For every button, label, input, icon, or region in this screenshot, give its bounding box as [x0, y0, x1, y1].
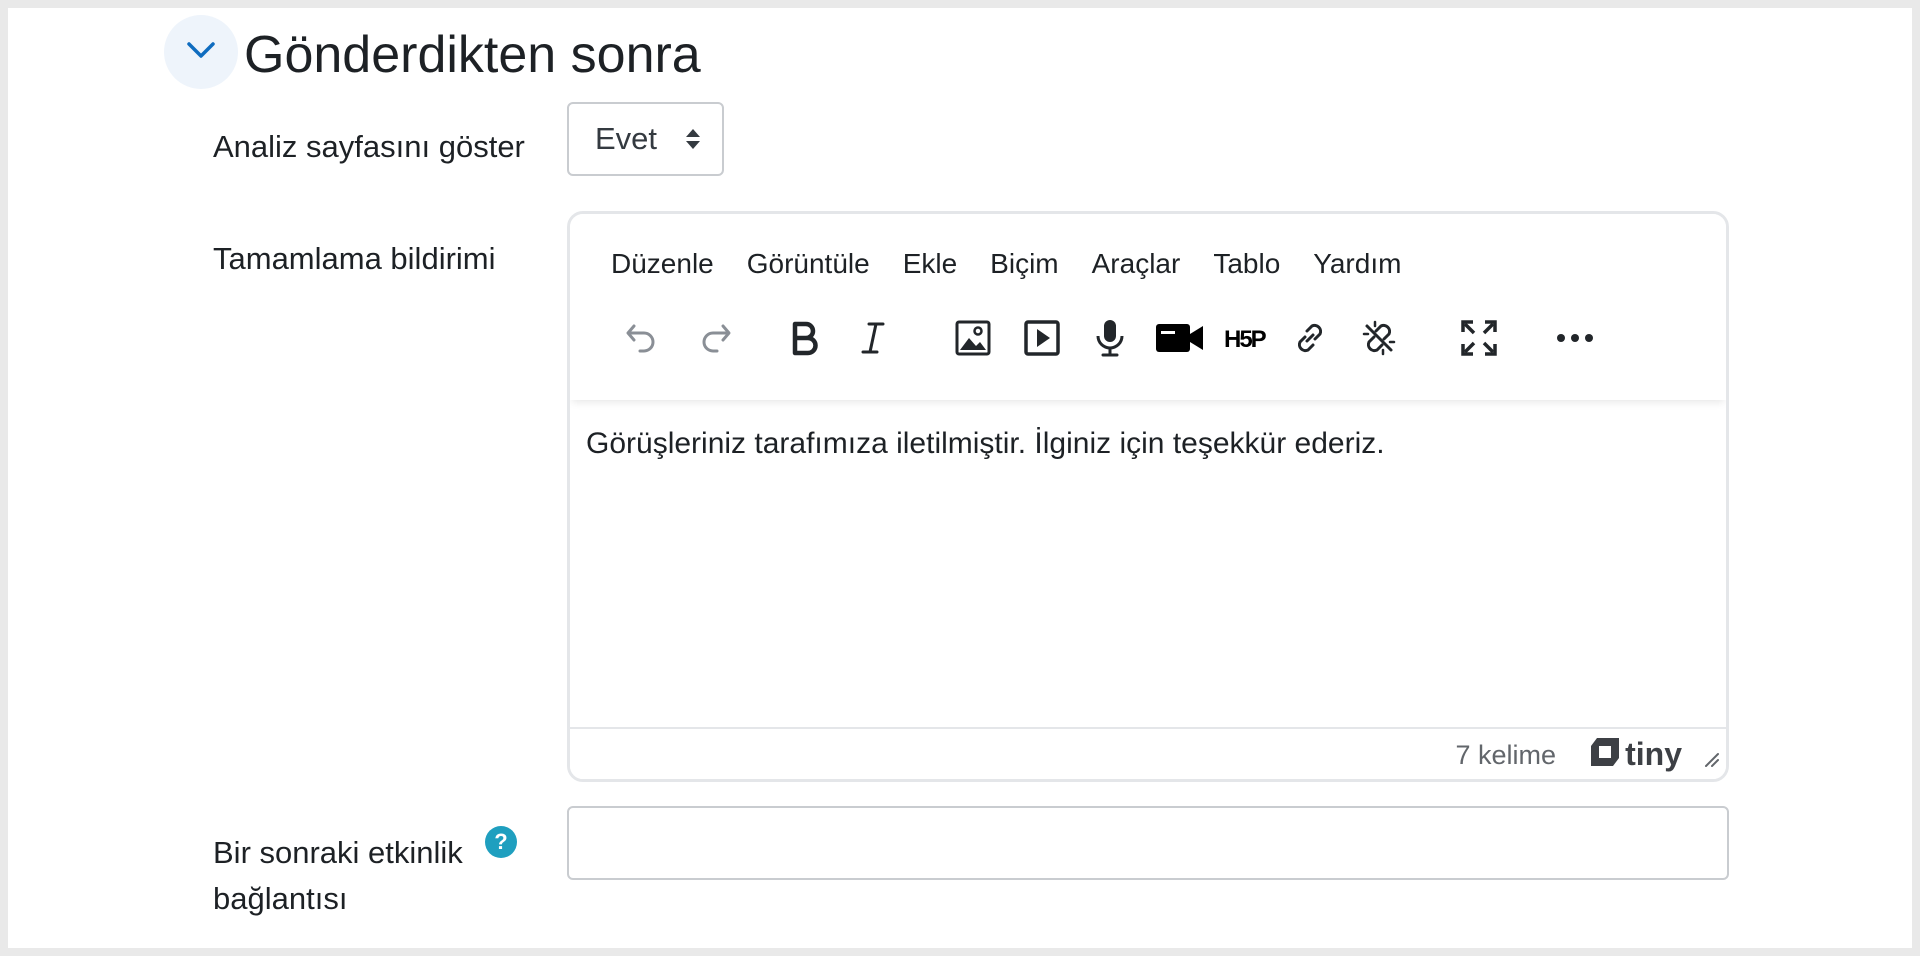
redo-icon: [697, 320, 733, 356]
section-title: Gönderdikten sonra: [244, 26, 701, 84]
microphone-icon: [1092, 318, 1128, 358]
record-video-button[interactable]: [1148, 308, 1212, 368]
menu-insert[interactable]: Ekle: [898, 244, 962, 284]
analysis-page-label: Analiz sayfasını göster: [213, 129, 525, 164]
h5p-button[interactable]: H5P: [1217, 308, 1281, 368]
insert-link-button[interactable]: [1283, 308, 1337, 368]
completion-notice-label: Tamamlama bildirimi: [213, 241, 496, 276]
insert-media-button[interactable]: [1015, 308, 1069, 368]
help-icon[interactable]: ?: [485, 826, 517, 858]
more-button[interactable]: [1548, 308, 1602, 368]
editor-content-area[interactable]: Görüşleriniz tarafımıza iletilmiştir. İl…: [570, 400, 1726, 727]
next-activity-label-continued: bağlantısı: [213, 881, 348, 916]
analysis-page-select-value: Evet: [595, 121, 658, 156]
unlink-button[interactable]: [1352, 308, 1406, 368]
editor-header: Düzenle Görüntüle Ekle Biçim Araçlar Tab…: [570, 214, 1726, 400]
undo-button[interactable]: [615, 308, 669, 368]
next-activity-link-input[interactable]: [567, 806, 1729, 880]
italic-icon: [855, 320, 891, 356]
more-icon: [1556, 333, 1594, 343]
tiny-logo[interactable]: tiny: [1589, 735, 1682, 773]
tiny-logo-icon: [1589, 736, 1621, 773]
svg-text:H5P: H5P: [1224, 326, 1267, 353]
select-arrows-icon: [686, 129, 700, 149]
fullscreen-button[interactable]: [1452, 308, 1506, 368]
editor-menubar: Düzenle Görüntüle Ekle Biçim Araçlar Tab…: [606, 244, 1429, 284]
editor-statusbar: 7 kelime tiny: [570, 727, 1726, 779]
video-camera-icon: [1155, 320, 1205, 356]
tiny-logo-text: tiny: [1625, 736, 1682, 772]
fullscreen-icon: [1460, 319, 1498, 357]
word-count[interactable]: 7 kelime: [1455, 737, 1556, 773]
editor-content-text: Görüşleriniz tarafımıza iletilmiştir. İl…: [586, 427, 1385, 460]
menu-format[interactable]: Biçim: [985, 244, 1063, 284]
menu-edit[interactable]: Düzenle: [606, 244, 719, 284]
analysis-page-select[interactable]: Evet: [567, 102, 724, 176]
editor-toolbar: H5P: [570, 308, 1726, 368]
record-audio-button[interactable]: [1083, 308, 1137, 368]
image-icon: [954, 319, 992, 357]
section-collapse-button[interactable]: [164, 15, 238, 89]
media-icon: [1023, 319, 1061, 357]
insert-image-button[interactable]: [946, 308, 1000, 368]
menu-tools[interactable]: Araçlar: [1087, 244, 1186, 284]
chevron-down-icon: [186, 40, 216, 65]
menu-view[interactable]: Görüntüle: [742, 244, 875, 284]
h5p-icon: H5P: [1224, 323, 1274, 353]
next-activity-label: Bir sonraki etkinlik: [213, 835, 463, 870]
menu-help[interactable]: Yardım: [1308, 244, 1406, 284]
unlink-icon: [1359, 318, 1399, 358]
menu-table[interactable]: Tablo: [1208, 244, 1285, 284]
rich-text-editor: Düzenle Görüntüle Ekle Biçim Araçlar Tab…: [567, 211, 1729, 782]
page-frame: Gönderdikten sonra Analiz sayfasını göst…: [8, 8, 1912, 948]
undo-icon: [624, 320, 660, 356]
italic-button[interactable]: [846, 308, 900, 368]
resize-handle-icon[interactable]: [1700, 748, 1720, 773]
redo-button[interactable]: [688, 308, 742, 368]
bold-button[interactable]: [777, 308, 831, 368]
link-icon: [1291, 319, 1329, 357]
bold-icon: [786, 320, 822, 356]
